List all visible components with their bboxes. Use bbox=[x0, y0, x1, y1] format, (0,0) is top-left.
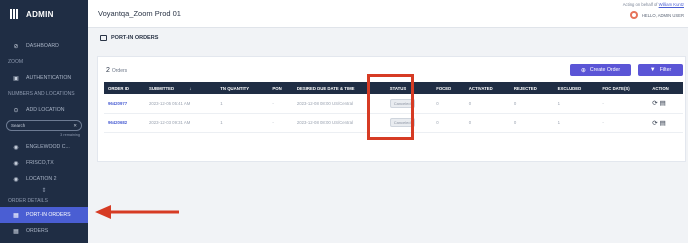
acting-user-link[interactable]: William Kuntz bbox=[659, 2, 684, 7]
excluded-cell: 1 bbox=[557, 100, 560, 106]
sidebar-item-location-englewood[interactable]: ◉ ENGLEWOOD C... bbox=[0, 139, 88, 155]
sidebar: ADMIN ⊘ DASHBOARD ZOOM ▣ AUTHENTICATION … bbox=[0, 0, 88, 243]
tn-quantity-cell: 1 bbox=[220, 120, 223, 125]
column-order-id[interactable]: ORDER ID bbox=[104, 82, 145, 94]
sidebar-item-label: LOCATION 2 bbox=[26, 176, 57, 182]
sidebar-item-label: ENGLEWOOD C... bbox=[26, 144, 70, 150]
search-placeholder: Search bbox=[11, 123, 26, 128]
port-in-orders-icon bbox=[100, 35, 107, 41]
create-order-label: Create Order bbox=[589, 67, 621, 73]
resize-grip-icon[interactable]: ⇕ bbox=[0, 187, 88, 195]
sidebar-item-label: AUTHENTICATION bbox=[26, 75, 72, 81]
filter-icon: ▼ bbox=[649, 67, 656, 73]
annotation-arrow-icon bbox=[95, 205, 179, 219]
column-activated[interactable]: ACTIVATED bbox=[465, 82, 510, 94]
acting-prefix: Acting on behalf of bbox=[622, 2, 658, 7]
sort-desc-icon[interactable]: ↓ bbox=[189, 86, 191, 91]
sidebar-item-label: ADD LOCATION bbox=[26, 107, 65, 113]
avatar[interactable] bbox=[629, 11, 638, 19]
column-foc-dates[interactable]: FOC DATE(S) bbox=[598, 82, 648, 94]
status-highlight-box bbox=[367, 74, 414, 140]
sidebar-item-label: ORDERS bbox=[26, 228, 49, 234]
top-header: Voyantqa_Zoom Prod 01 Acting on behalf o… bbox=[88, 0, 688, 28]
sidebar-item-add-location[interactable]: ⊙ ADD LOCATION bbox=[0, 102, 88, 118]
column-rejected[interactable]: REJECTED bbox=[510, 82, 554, 94]
details-icon[interactable]: ▤ bbox=[660, 100, 666, 107]
actions-cell: ⟳ ▤ bbox=[648, 94, 683, 113]
location-pin-icon: ◉ bbox=[13, 160, 19, 167]
user-greeting: HELLO, ADMIN USER bbox=[641, 12, 684, 18]
foc-dates-cell: - bbox=[602, 100, 604, 106]
sidebar-item-location-frisco[interactable]: ◉ FRISCO,TX bbox=[0, 155, 88, 171]
actions-cell: ⟳ ▤ bbox=[648, 113, 683, 132]
user-menu[interactable]: HELLO, ADMIN USER bbox=[629, 11, 684, 19]
submitted-cell: 2023-12-03 09:31 AM bbox=[149, 120, 191, 125]
order-id-link[interactable]: 96420682 bbox=[104, 113, 145, 132]
acting-on-behalf: Acting on behalf of William Kuntz bbox=[623, 2, 684, 7]
filter-label: Filter bbox=[659, 67, 672, 73]
port-in-orders-icon: ▦ bbox=[13, 212, 19, 219]
location-pin-icon: ◉ bbox=[13, 176, 19, 183]
activated-cell: 0 bbox=[468, 100, 472, 106]
activated-cell: 0 bbox=[468, 120, 472, 125]
sidebar-item-label: DASHBOARD bbox=[26, 43, 59, 49]
filter-button[interactable]: ▼ Filter bbox=[638, 64, 683, 76]
details-icon[interactable]: ▤ bbox=[660, 120, 666, 127]
sidebar-item-authentication[interactable]: ▣ AUTHENTICATION bbox=[0, 70, 88, 86]
sidebar-section-order-details: ORDER DETAILS bbox=[8, 198, 48, 204]
sidebar-item-dashboard[interactable]: ⊘ DASHBOARD bbox=[0, 38, 88, 54]
sidebar-section-zoom: ZOOM bbox=[8, 59, 23, 65]
submitted-cell: 2023-12-05 05:41 AM bbox=[149, 100, 191, 106]
rejected-cell: 0 bbox=[513, 100, 517, 106]
sidebar-item-location-2[interactable]: ◉ LOCATION 2 bbox=[0, 171, 88, 187]
order-id-link[interactable]: 96420977 bbox=[104, 94, 145, 113]
orders-count: 2 Orders bbox=[106, 67, 127, 74]
admin-logo-icon bbox=[10, 9, 20, 19]
location-pin-icon: ◉ bbox=[13, 144, 19, 151]
sidebar-item-port-in-orders[interactable]: ▦ PORT-IN ORDERS bbox=[0, 207, 88, 223]
brand[interactable]: ADMIN bbox=[0, 0, 88, 28]
pon-cell: - bbox=[272, 100, 274, 106]
sidebar-item-label: PORT-IN ORDERS bbox=[26, 212, 71, 218]
foced-cell: 0 bbox=[436, 100, 439, 106]
add-location-icon: ⊙ bbox=[13, 107, 19, 114]
column-tn-quantity[interactable]: TN QUANTITY bbox=[216, 82, 268, 94]
refresh-icon[interactable]: ⟳ bbox=[652, 100, 657, 107]
pon-cell: - bbox=[272, 120, 274, 125]
brand-label: ADMIN bbox=[26, 9, 54, 19]
create-order-button[interactable]: ⊕ Create Order bbox=[570, 64, 631, 76]
authentication-icon: ▣ bbox=[13, 75, 19, 82]
column-foced[interactable]: FOCED bbox=[432, 82, 465, 94]
column-action: ACTION bbox=[652, 85, 669, 91]
sidebar-section-numbers: NUMBERS AND LOCATIONS bbox=[8, 91, 75, 97]
excluded-cell: 1 bbox=[557, 120, 560, 125]
plus-circle-icon: ⊕ bbox=[580, 67, 586, 74]
orders-icon: ▦ bbox=[13, 228, 19, 235]
orders-count-number: 2 bbox=[106, 67, 110, 74]
foced-cell: 0 bbox=[436, 120, 439, 125]
account-title: Voyantqa_Zoom Prod 01 bbox=[98, 9, 181, 18]
foc-dates-cell: - bbox=[602, 120, 604, 125]
sidebar-item-orders[interactable]: ▦ ORDERS bbox=[0, 223, 88, 239]
orders-count-label: Orders bbox=[111, 68, 128, 74]
column-pon[interactable]: PON bbox=[268, 82, 292, 94]
location-search-input[interactable]: Search ✕ bbox=[6, 120, 82, 131]
tn-quantity-cell: 1 bbox=[220, 100, 223, 106]
page-title: PORT-IN ORDERS bbox=[100, 35, 158, 41]
sidebar-item-label: FRISCO,TX bbox=[26, 160, 54, 166]
column-submitted[interactable]: SUBMITTED ↓ bbox=[145, 82, 216, 94]
rejected-cell: 0 bbox=[513, 120, 517, 125]
page-title-text: PORT-IN ORDERS bbox=[111, 35, 159, 41]
dashboard-icon: ⊘ bbox=[13, 43, 19, 50]
clear-search-icon[interactable]: ✕ bbox=[73, 123, 77, 129]
column-excluded[interactable]: EXCLUDED bbox=[554, 82, 599, 94]
refresh-icon[interactable]: ⟳ bbox=[652, 120, 657, 127]
